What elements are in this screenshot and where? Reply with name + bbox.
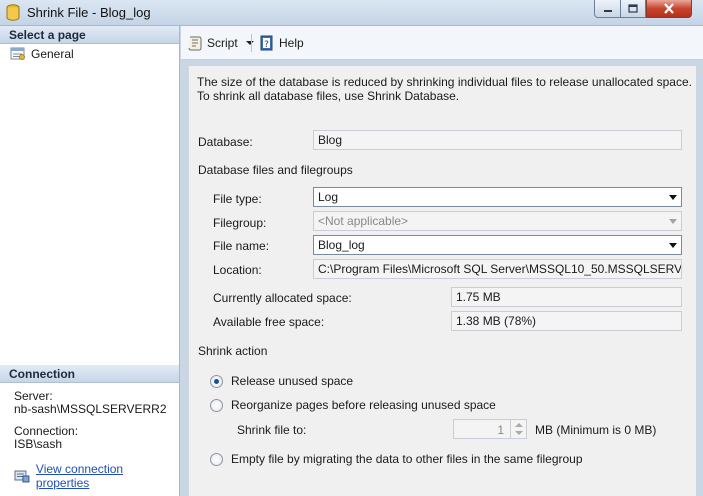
shrink-file-to-label: Shrink file to: <box>237 423 307 437</box>
connection-info: Server: nb-sash\MSSQLSERVERR2 Connection… <box>14 390 167 460</box>
filegroup-label: Filegroup: <box>213 216 267 230</box>
stepper-down-icon <box>515 431 523 435</box>
help-label: Help <box>279 36 304 50</box>
empty-file-label: Empty file by migrating the data to othe… <box>231 452 583 466</box>
close-icon <box>664 3 674 14</box>
help-button[interactable]: ? Help <box>259 34 304 52</box>
minimize-icon <box>603 9 612 12</box>
file-type-value: Log <box>318 190 339 204</box>
maximize-button[interactable] <box>620 0 646 18</box>
stepper-up-icon <box>515 423 523 427</box>
chevron-down-icon <box>245 41 254 45</box>
close-button[interactable] <box>646 0 692 18</box>
database-icon <box>6 4 20 21</box>
minimize-button[interactable] <box>594 0 621 18</box>
dropdown-arrow-icon <box>669 195 677 200</box>
script-label: Script <box>207 36 238 50</box>
select-page-header: Select a page <box>0 26 179 44</box>
database-label: Database: <box>198 135 253 149</box>
release-unused-space-option[interactable]: Release unused space <box>210 374 353 388</box>
maximize-icon <box>628 3 638 13</box>
script-button[interactable]: Script <box>187 34 254 52</box>
dropdown-arrow-icon <box>669 243 677 248</box>
file-type-select[interactable]: Log <box>313 187 682 207</box>
free-space-label: Available free space: <box>213 315 325 329</box>
dropdown-arrow-icon <box>669 219 677 224</box>
empty-file-option[interactable]: Empty file by migrating the data to othe… <box>210 452 583 466</box>
filegroup-value: <Not applicable> <box>318 214 409 228</box>
toolbar-separator <box>251 34 252 52</box>
page-item-label: General <box>31 47 74 61</box>
reorganize-pages-label: Reorganize pages before releasing unused… <box>231 398 496 412</box>
toolbar: Script ? Help <box>181 26 703 60</box>
page-item-general[interactable]: General <box>10 45 74 63</box>
free-space-field: 1.38 MB (78%) <box>451 311 682 331</box>
title-bar: Shrink File - Blog_log <box>0 0 703 26</box>
connection-properties-icon <box>14 470 30 483</box>
location-field: C:\Program Files\Microsoft SQL Server\MS… <box>313 259 682 279</box>
radio-selected-icon[interactable] <box>210 374 223 388</box>
file-type-label: File type: <box>213 192 262 206</box>
files-group-header: Database files and filegroups <box>198 163 353 177</box>
shrink-action-header: Shrink action <box>198 344 268 358</box>
allocated-space-field: 1.75 MB <box>451 287 682 307</box>
location-label: Location: <box>213 263 262 277</box>
radio-unselected-icon[interactable] <box>210 398 223 412</box>
properties-page-icon <box>10 47 25 60</box>
server-value: nb-sash\MSSQLSERVERR2 <box>14 402 167 416</box>
shrink-file-to-value: 1 <box>497 423 504 437</box>
reorganize-pages-option[interactable]: Reorganize pages before releasing unused… <box>210 398 496 412</box>
shrink-file-to-stepper: 1 <box>453 419 527 439</box>
file-name-select[interactable]: Blog_log <box>313 235 682 255</box>
connection-header: Connection <box>0 365 179 383</box>
view-connection-properties-link[interactable]: View connection properties <box>14 462 179 490</box>
allocated-space-label: Currently allocated space: <box>213 291 352 305</box>
file-name-value: Blog_log <box>318 238 365 252</box>
main-content: The size of the database is reduced by s… <box>188 66 697 496</box>
database-field: Blog <box>313 130 682 150</box>
filegroup-select: <Not applicable> <box>313 211 682 231</box>
radio-unselected-icon[interactable] <box>210 452 223 466</box>
shrink-file-to-unit: MB (Minimum is 0 MB) <box>535 423 657 437</box>
help-icon: ? <box>260 35 273 51</box>
svg-text:?: ? <box>264 40 269 50</box>
connection-value: ISB\sash <box>14 437 63 451</box>
description-text: The size of the database is reduced by s… <box>197 75 692 103</box>
view-connection-properties-text[interactable]: View connection properties <box>36 462 179 490</box>
script-icon <box>188 36 202 51</box>
file-name-label: File name: <box>213 239 270 253</box>
stepper-buttons <box>510 420 526 438</box>
left-panel: Select a page General Connection Server:… <box>0 26 180 496</box>
release-unused-space-label: Release unused space <box>231 374 354 388</box>
window-title: Shrink File - Blog_log <box>27 5 151 20</box>
